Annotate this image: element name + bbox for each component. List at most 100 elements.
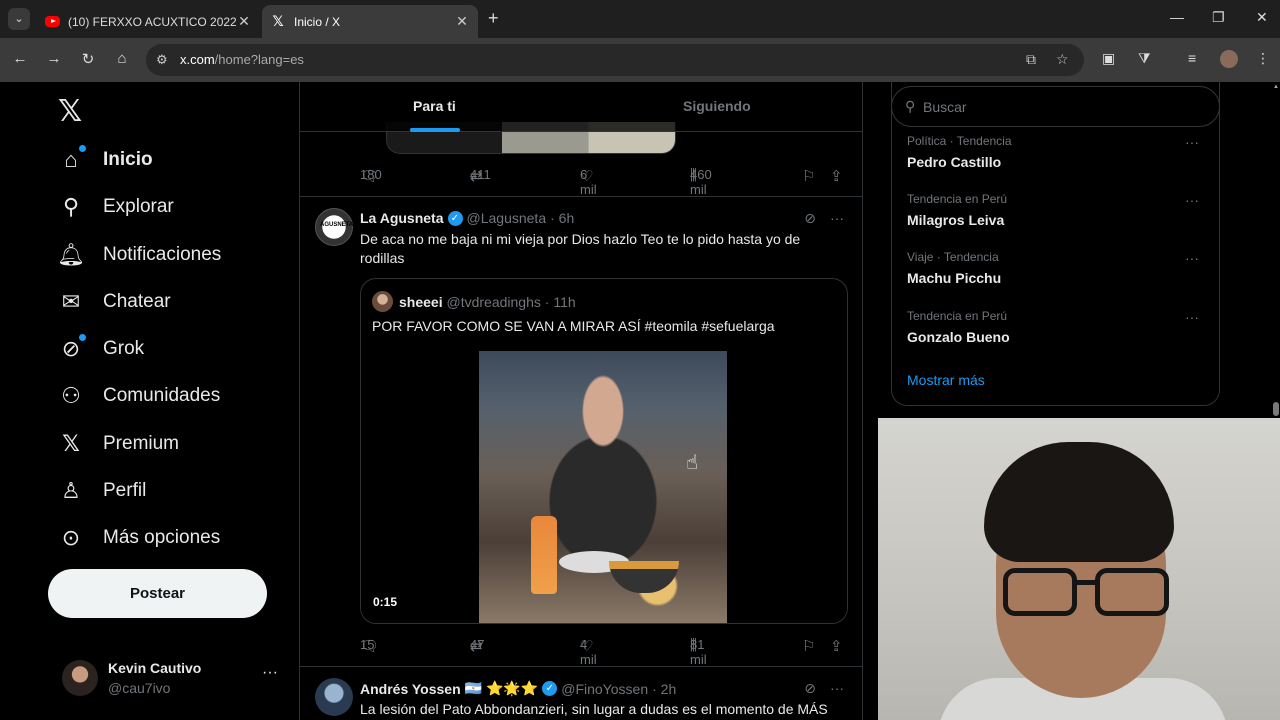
search-input[interactable]: ⚲ Buscar — [891, 86, 1220, 127]
left-sidebar: 𝕏 ⌂ Inicio ⚲ Explorar 🔔︎ Notificaciones … — [0, 82, 299, 720]
divider — [300, 666, 862, 667]
close-window-icon[interactable]: ✕ — [1256, 9, 1268, 26]
quote-header: sheeei @tvdreadinghs · 11h — [399, 294, 576, 310]
author-handle[interactable]: @Lagusneta — [467, 210, 547, 226]
trend-item[interactable]: Política · Tendencia Pedro Castillo ··· — [907, 134, 1207, 170]
bell-icon: 🔔︎ — [57, 242, 85, 267]
minimize-icon[interactable]: — — [1170, 9, 1184, 25]
mouse-cursor-icon: ☝ — [686, 452, 699, 474]
more-icon[interactable]: ··· — [830, 680, 844, 697]
webcam-overlay — [878, 418, 1280, 720]
video-player[interactable]: 0:15 — [361, 351, 847, 623]
address-bar[interactable]: ⚙ x.com/home?lang=es ⧉ ☆ — [146, 44, 1084, 76]
tweet-text: De aca no me baja ni mi vieja por Dios h… — [360, 231, 801, 266]
sidebar-item-grok[interactable]: ⊘ Grok — [58, 331, 144, 367]
grok-icon: ⊘ — [58, 334, 86, 362]
tab-para-ti[interactable]: Para ti — [413, 98, 456, 114]
show-more-link[interactable]: Mostrar más — [907, 372, 985, 388]
reload-icon[interactable]: ↻ — [78, 50, 98, 68]
tweet-time[interactable]: · 2h — [652, 681, 676, 697]
close-tab-icon[interactable]: ✕ — [454, 13, 470, 30]
sidebar-item-mas-opciones[interactable]: ⊙ Más opciones — [58, 520, 220, 556]
browser-menu-icon[interactable]: ⋮ — [1256, 50, 1270, 67]
avatar — [62, 660, 98, 696]
more-icon[interactable]: ··· — [1185, 309, 1199, 325]
sidebar-item-notificaciones[interactable]: 🔔︎ Notificaciones — [57, 237, 222, 273]
back-icon[interactable]: ← — [10, 50, 30, 67]
trend-name: Milagros Leiva — [907, 212, 1005, 228]
new-tab-button[interactable]: + — [488, 8, 499, 29]
trend-name: Machu Picchu — [907, 270, 1002, 286]
tab-title: Inicio / X — [294, 14, 341, 29]
browser-profile-avatar[interactable] — [1220, 50, 1238, 68]
quoted-tweet[interactable]: sheeei @tvdreadinghs · 11h POR FAVOR COM… — [360, 278, 848, 624]
trend-item[interactable]: Viaje · Tendencia Machu Picchu ··· — [907, 250, 1207, 286]
author-emoji: 🇦🇷 ⭐🌟⭐ — [464, 680, 539, 696]
site-info-icon[interactable]: ⚙ — [156, 52, 168, 68]
maximize-icon[interactable]: ❐ — [1212, 9, 1225, 26]
sidebar-item-perfil[interactable]: ♙ Perfil — [58, 473, 146, 509]
more-icon[interactable]: ··· — [1185, 250, 1199, 266]
trend-item[interactable]: Tendencia en Perú Gonzalo Bueno ··· — [907, 309, 1207, 345]
author-name[interactable]: La Agusneta — [360, 210, 444, 226]
browser-toolbar: ← → ↻ ⌂ ⚙ x.com/home?lang=es ⧉ ☆ ▣ ⧩ ≡ ⋮ — [0, 38, 1280, 82]
active-tab-indicator — [410, 128, 460, 132]
sidebar-item-label: Perfil — [103, 480, 147, 501]
scroll-up-icon[interactable]: ▲ — [1273, 84, 1279, 90]
more-icon[interactable]: ··· — [262, 664, 278, 682]
media-control-icon[interactable]: ≡ — [1188, 50, 1196, 66]
sidebar-item-comunidades[interactable]: ⚇ Comunidades — [58, 378, 220, 414]
author-handle[interactable]: @FinoYossen — [561, 681, 648, 697]
forward-icon[interactable]: → — [44, 50, 64, 67]
extensions-icon[interactable]: ⧩ — [1138, 50, 1151, 67]
tweet-top-actions: ⊘ ··· — [804, 210, 844, 227]
grok-icon[interactable]: ⊘ — [804, 210, 816, 227]
more-circle-icon: ⊙ — [61, 525, 81, 550]
sidebar-item-inicio[interactable]: ⌂ Inicio — [58, 142, 153, 178]
quote-time: · 11h — [544, 294, 576, 310]
timeline-header: Para ti Siguiendo — [300, 82, 862, 132]
tweet-time[interactable]: · 6h — [550, 210, 574, 226]
sidebar-item-label: Comunidades — [103, 385, 221, 406]
avatar[interactable] — [315, 678, 353, 716]
sidebar-item-label: Notificaciones — [103, 244, 222, 265]
grok-icon[interactable]: ⊘ — [804, 680, 816, 697]
tab-search-button[interactable]: ⌄ — [8, 8, 30, 30]
tweet-header: Andrés Yossen 🇦🇷 ⭐🌟⭐ ✓ @FinoYossen · 2h — [360, 680, 676, 697]
bookmark-star-icon[interactable]: ☆ — [1056, 51, 1069, 68]
sidebar-item-label: Explorar — [103, 196, 174, 217]
sidebar-item-explorar[interactable]: ⚲ Explorar — [58, 189, 174, 225]
more-icon[interactable]: ··· — [1185, 134, 1199, 150]
post-button[interactable]: Postear — [48, 569, 267, 618]
more-icon[interactable]: ··· — [1185, 192, 1199, 208]
browser-tab-x[interactable]: 𝕏 Inicio / X ✕ — [262, 5, 478, 38]
x-icon: 𝕏 — [272, 13, 284, 29]
account-switcher[interactable]: Kevin Cautivo @cau7ivo ··· — [62, 658, 282, 700]
extension-badge-icon[interactable]: ▣ — [1102, 50, 1115, 67]
trend-meta: Tendencia en Perú — [907, 192, 1008, 206]
trend-meta: Tendencia en Perú — [907, 309, 1008, 323]
sidebar-item-premium[interactable]: 𝕏 Premium — [58, 426, 179, 462]
account-handle: @cau7ivo — [108, 680, 171, 696]
trend-item[interactable]: Tendencia en Perú Milagros Leiva ··· — [907, 192, 1207, 228]
avatar[interactable] — [315, 208, 353, 246]
browser-tab-youtube[interactable]: (10) FERXXO ACUXTICO 2022 ( ✕ — [36, 5, 260, 38]
search-icon: ⚲ — [62, 194, 80, 219]
author-name[interactable]: Andrés Yossen — [360, 681, 461, 697]
quote-author-handle: @tvdreadinghs — [446, 294, 541, 310]
trend-name: Pedro Castillo — [907, 154, 1002, 170]
search-icon: ⚲ — [905, 98, 916, 114]
more-icon[interactable]: ··· — [830, 210, 844, 227]
quote-author-name: sheeei — [399, 294, 443, 310]
trend-meta: Viaje · Tendencia — [907, 250, 999, 264]
tab-siguiendo[interactable]: Siguiendo — [683, 98, 751, 114]
scrollbar-thumb[interactable] — [1273, 402, 1279, 416]
close-tab-icon[interactable]: ✕ — [236, 13, 252, 30]
home-icon: ⌂ — [58, 145, 86, 173]
install-app-icon[interactable]: ⧉ — [1026, 51, 1036, 68]
home-icon[interactable]: ⌂ — [112, 50, 132, 67]
x-logo-icon[interactable]: 𝕏 — [58, 94, 82, 129]
url-text[interactable]: x.com/home?lang=es — [180, 52, 304, 67]
sidebar-item-label: Inicio — [103, 149, 153, 170]
sidebar-item-chatear[interactable]: ✉ Chatear — [58, 284, 171, 320]
